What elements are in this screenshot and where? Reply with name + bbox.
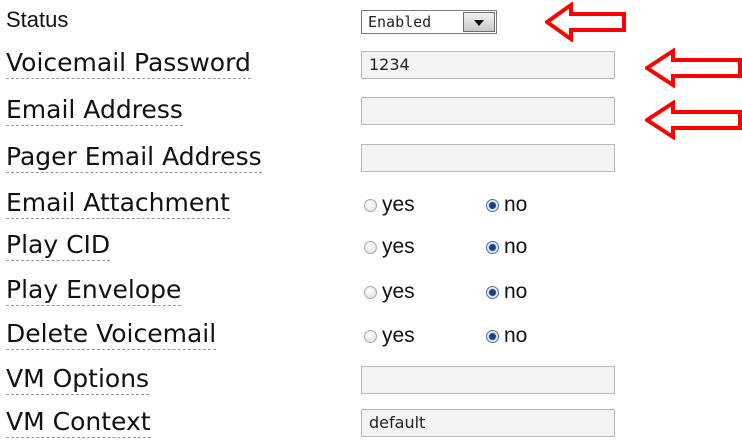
pager-email-address-label: Pager Email Address <box>6 142 262 173</box>
left-arrow-icon <box>545 2 626 42</box>
email-address-row: Email Address <box>0 94 742 134</box>
voicemail-password-input[interactable]: 1234 <box>361 51 615 79</box>
email-attachment-row: Email Attachment yes no <box>0 187 742 227</box>
left-arrow-icon <box>645 48 742 88</box>
vm-options-label: VM Options <box>6 364 150 395</box>
delete-voicemail-no-radio[interactable] <box>486 330 499 343</box>
status-select-value: Enabled <box>368 13 432 31</box>
delete-voicemail-yes-radio[interactable] <box>364 330 377 343</box>
pager-email-address-input[interactable] <box>361 144 615 172</box>
play-envelope-yes-radio[interactable] <box>364 286 377 299</box>
vm-context-row: VM Context default <box>0 406 742 446</box>
play-cid-label: Play CID <box>6 230 111 261</box>
email-attachment-yes-label[interactable]: yes <box>382 193 415 217</box>
pager-email-address-row: Pager Email Address <box>0 141 742 181</box>
delete-voicemail-label: Delete Voicemail <box>6 319 217 350</box>
voicemail-password-label: Voicemail Password <box>6 48 251 79</box>
play-cid-no-radio[interactable] <box>486 241 499 254</box>
delete-voicemail-no-label[interactable]: no <box>504 324 527 348</box>
play-envelope-no-label[interactable]: no <box>504 280 527 304</box>
email-attachment-no-label[interactable]: no <box>504 193 527 217</box>
status-select[interactable]: Enabled <box>361 10 497 34</box>
email-attachment-yes-radio[interactable] <box>364 199 377 212</box>
play-cid-no-label[interactable]: no <box>504 235 527 259</box>
play-envelope-yes-label[interactable]: yes <box>382 280 415 304</box>
vm-options-row: VM Options <box>0 363 742 403</box>
status-label: Status <box>6 7 69 32</box>
play-envelope-no-radio[interactable] <box>486 286 499 299</box>
play-envelope-label: Play Envelope <box>6 275 182 306</box>
email-address-input[interactable] <box>361 97 615 125</box>
email-address-label: Email Address <box>6 95 183 126</box>
status-row: Status Enabled <box>0 2 742 42</box>
email-attachment-no-radio[interactable] <box>486 199 499 212</box>
delete-voicemail-yes-label[interactable]: yes <box>382 324 415 348</box>
email-attachment-label: Email Attachment <box>6 188 230 219</box>
delete-voicemail-row: Delete Voicemail yes no <box>0 318 742 358</box>
play-cid-yes-label[interactable]: yes <box>382 235 415 259</box>
play-envelope-row: Play Envelope yes no <box>0 274 742 314</box>
play-cid-row: Play CID yes no <box>0 229 742 269</box>
left-arrow-icon <box>645 100 742 140</box>
chevron-down-icon[interactable] <box>463 12 495 32</box>
voicemail-password-row: Voicemail Password 1234 <box>0 47 742 87</box>
play-cid-yes-radio[interactable] <box>364 241 377 254</box>
vm-context-input[interactable]: default <box>361 409 615 437</box>
vm-context-label: VM Context <box>6 407 151 438</box>
vm-options-input[interactable] <box>361 366 615 394</box>
